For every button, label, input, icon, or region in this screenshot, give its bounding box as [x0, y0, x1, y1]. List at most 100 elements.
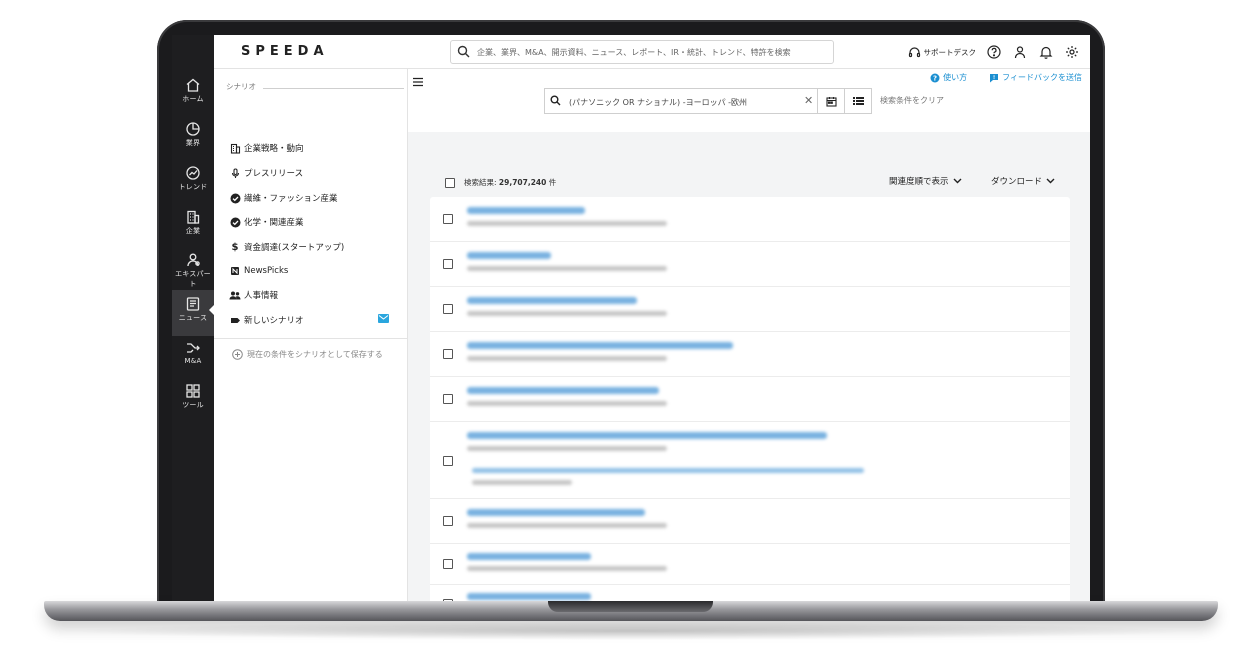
blurred-title: [467, 593, 591, 600]
building-icon: [187, 210, 200, 224]
sort-dropdown[interactable]: 関連度順で表示: [889, 175, 962, 187]
global-search-input[interactable]: [475, 43, 831, 61]
mail-icon[interactable]: [378, 314, 389, 326]
item-checkbox[interactable]: [443, 516, 453, 526]
expert-icon: [187, 253, 200, 267]
list-item[interactable]: [430, 585, 1070, 601]
scenario-item-newspicks[interactable]: NewsPicks: [229, 260, 399, 282]
people-icon: [229, 289, 241, 301]
item-checkbox[interactable]: [443, 259, 453, 269]
nav-item-news[interactable]: ニュース: [172, 290, 215, 336]
help-button[interactable]: [986, 44, 1002, 60]
blurred-title: [467, 207, 585, 214]
nav-label: ホーム: [182, 95, 204, 103]
scenario-item-label: 資金調達(スタートアップ): [244, 243, 345, 253]
results-unit: 件: [548, 178, 557, 187]
trend-icon: [186, 166, 200, 180]
building-icon: [229, 142, 241, 154]
nav-label: M&A: [184, 357, 202, 365]
support-desk-label: サポートデスク: [923, 47, 977, 57]
notifications-button[interactable]: [1038, 44, 1054, 60]
list-item[interactable]: [430, 197, 1070, 242]
blurred-meta: [467, 221, 667, 226]
list-item[interactable]: [430, 287, 1070, 332]
item-checkbox[interactable]: [443, 304, 453, 314]
divider: [263, 88, 404, 89]
list-item[interactable]: [430, 242, 1070, 287]
scenario-item-press-release[interactable]: プレスリリース: [229, 162, 399, 184]
download-label: ダウンロード: [991, 177, 1043, 187]
item-checkbox[interactable]: [443, 214, 453, 224]
nav-item-tools[interactable]: ツール: [172, 381, 214, 421]
blurred-title: [467, 252, 551, 259]
blurred-meta: [467, 523, 667, 528]
blurred-meta: [467, 311, 667, 316]
blurred-title: [467, 509, 645, 516]
nav-label: ニュース: [178, 314, 208, 322]
item-checkbox[interactable]: [443, 599, 453, 601]
blurred-meta: [467, 401, 667, 406]
search-icon: [457, 45, 470, 58]
scenario-item-funding[interactable]: $ 資金調達(スタートアップ): [229, 236, 399, 258]
account-button[interactable]: [1012, 44, 1028, 60]
list-item[interactable]: [430, 544, 1070, 585]
nav-item-company[interactable]: 企業: [172, 207, 214, 247]
nav-item-industry[interactable]: 業界: [172, 119, 214, 159]
blurred-title: [467, 342, 733, 349]
pie-chart-icon: [186, 122, 200, 136]
item-checkbox[interactable]: [443, 349, 453, 359]
nav-label: ツール: [182, 401, 204, 409]
nav-item-trend[interactable]: トレンド: [172, 163, 214, 203]
home-icon: [186, 78, 200, 92]
gear-icon: [1066, 46, 1078, 58]
help-icon: [987, 45, 1001, 59]
chevron-down-icon: [1046, 178, 1055, 184]
scenario-item-personnel[interactable]: 人事情報: [229, 284, 399, 306]
list-item[interactable]: [430, 422, 1070, 499]
laptop-shadow: [70, 622, 1190, 640]
results-number: 29,707,240: [498, 178, 547, 187]
main-nav-rail: ホーム 業界 トレンド 企業 エキスパート ニュース M&A ツール: [172, 35, 215, 601]
scenario-item-chemical[interactable]: 化学・関連産業: [229, 211, 399, 233]
news-icon: [186, 297, 200, 311]
news-result-list: [430, 197, 1070, 601]
blurred-title: [467, 553, 591, 560]
blurred-title: [467, 387, 659, 394]
add-circle-icon: [232, 349, 243, 360]
dollar-icon: $: [231, 241, 239, 253]
scenario-item-label: 人事情報: [244, 291, 279, 301]
app-logo[interactable]: SPEEDA: [241, 44, 329, 59]
nav-item-home[interactable]: ホーム: [172, 75, 214, 115]
item-checkbox[interactable]: [443, 559, 453, 569]
newspicks-icon: [229, 265, 241, 277]
laptop-notch: [548, 601, 713, 612]
nav-item-mna[interactable]: M&A: [172, 338, 214, 378]
list-item[interactable]: [430, 377, 1070, 422]
check-circle-icon: [229, 192, 241, 204]
list-item[interactable]: [430, 499, 1070, 544]
sort-label: 関連度順で表示: [889, 177, 949, 187]
save-as-scenario-button[interactable]: 現在の条件をシナリオとして保存する: [232, 349, 383, 360]
scenario-item-label: NewsPicks: [244, 266, 289, 276]
list-item[interactable]: [430, 332, 1070, 377]
item-checkbox[interactable]: [443, 394, 453, 404]
nav-label: トレンド: [178, 183, 208, 191]
support-desk-button[interactable]: サポートデスク: [908, 46, 977, 59]
nav-item-expert[interactable]: エキスパート: [172, 250, 214, 290]
scenario-item-label: 新しいシナリオ: [244, 316, 304, 326]
scenario-item-label: プレスリリース: [244, 169, 304, 179]
results-label: 検索結果:: [464, 178, 497, 187]
select-all-checkbox[interactable]: [445, 178, 455, 188]
blurred-related: [472, 468, 864, 473]
scenario-item-corporate-strategy[interactable]: 企業戦略・動向: [229, 137, 399, 159]
item-checkbox[interactable]: [443, 456, 453, 466]
chevron-down-icon: [953, 178, 962, 184]
check-circle-icon: [229, 216, 241, 228]
scenario-item-textile[interactable]: 繊維・ファッション産業: [229, 187, 399, 209]
settings-button[interactable]: [1064, 44, 1080, 60]
download-dropdown[interactable]: ダウンロード: [991, 175, 1055, 187]
save-as-scenario-label: 現在の条件をシナリオとして保存する: [247, 350, 383, 359]
scenario-item-new[interactable]: 新しいシナリオ: [229, 309, 399, 331]
headset-icon: [908, 46, 920, 57]
microphone-icon: [229, 167, 241, 179]
